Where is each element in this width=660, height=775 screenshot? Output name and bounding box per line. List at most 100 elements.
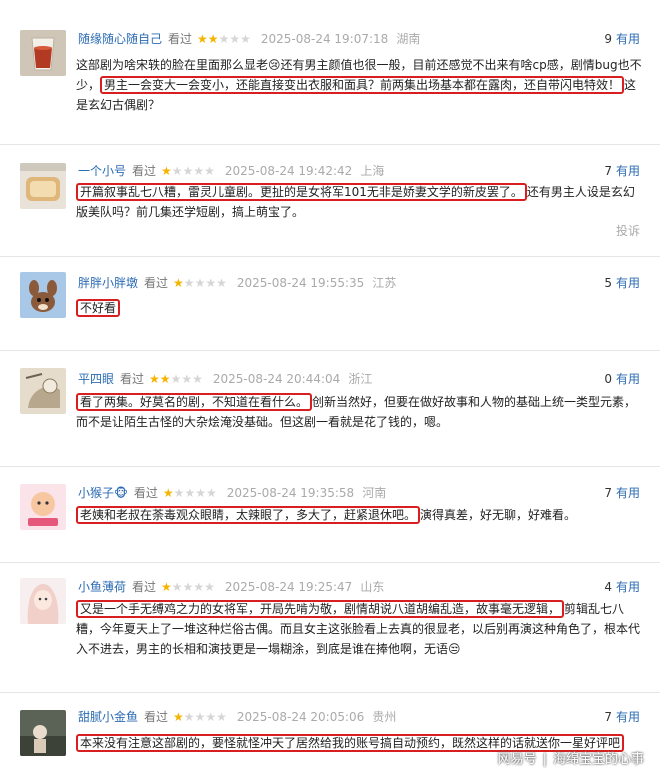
review-location: 浙江	[348, 372, 373, 386]
star-filled-icon: ★	[162, 486, 174, 500]
review-meta: 小鱼薄荷 看过 ★ ★ ★ ★ ★ 2025-08-24 19:25:47 山东	[78, 578, 384, 596]
watermark-brand: 网易号	[497, 752, 537, 767]
review-location: 河南	[362, 486, 387, 500]
avatar-girl-icon	[20, 578, 66, 624]
useful-count: 0	[604, 372, 612, 386]
useful-button[interactable]: 有用	[616, 32, 640, 46]
star-empty-icon: ★	[194, 276, 206, 290]
review-time: 2025-08-24 19:25:47	[224, 580, 353, 594]
username-link[interactable]: 小鱼薄荷	[78, 578, 126, 596]
avatar[interactable]	[20, 578, 66, 624]
useful-button[interactable]: 有用	[616, 580, 640, 594]
review-content: 开篇叙事乱七八糟，雷灵儿童剧。更扯的是女将军101无非是娇妻文学的新皮罢了。 还有…	[76, 182, 642, 222]
star-empty-icon: ★	[204, 164, 215, 178]
avatar[interactable]	[20, 484, 66, 530]
useful-vote[interactable]: 7 有用	[604, 484, 640, 502]
avatar-deer-icon	[20, 272, 66, 318]
star-empty-icon: ★	[182, 164, 194, 178]
star-empty-icon: ★	[171, 580, 183, 594]
star-empty-icon: ★	[216, 710, 227, 724]
username-link[interactable]: 小猴子🐵	[78, 484, 128, 502]
highlighted-text: 不好看	[76, 299, 121, 317]
useful-count: 7	[604, 710, 612, 724]
review-content: 这部剧为啥宋轶的脸在里面那么显老😢还有男主颜值也很一般，目前还感觉不出来有啥cp…	[76, 55, 642, 115]
review-location: 上海	[360, 164, 385, 178]
username-link[interactable]: 平四眼	[78, 370, 114, 388]
useful-vote[interactable]: 7 有用	[604, 162, 640, 180]
star-empty-icon: ★	[205, 276, 217, 290]
star-filled-icon: ★	[173, 710, 184, 724]
divider	[0, 256, 660, 257]
useful-button[interactable]: 有用	[616, 710, 640, 724]
highlighted-text: 男主一会变大一会变小，还能直接变出衣服和面具？前两集出场基本都在露肉，还自带闪电…	[100, 76, 625, 94]
review-content: 不好看	[76, 298, 642, 318]
star-filled-icon: ★	[197, 32, 208, 46]
star-empty-icon: ★	[171, 164, 183, 178]
useful-button[interactable]: 有用	[616, 372, 640, 386]
star-filled-icon: ★	[159, 372, 171, 386]
watermark-divider: |	[542, 752, 547, 767]
useful-vote[interactable]: 4 有用	[604, 578, 640, 596]
star-filled-icon: ★	[207, 32, 219, 46]
star-empty-icon: ★	[229, 32, 241, 46]
review-time: 2025-08-24 20:44:04	[212, 372, 341, 386]
star-empty-icon: ★	[194, 710, 206, 724]
avatar[interactable]	[20, 163, 66, 209]
star-empty-icon: ★	[205, 486, 217, 500]
star-filled-icon: ★	[149, 372, 160, 386]
useful-button[interactable]: 有用	[616, 486, 640, 500]
highlighted-text: 看了两集。好莫名的剧，不知道在看什么。	[76, 393, 313, 411]
star-filled-icon: ★	[173, 276, 184, 290]
star-empty-icon: ★	[192, 372, 203, 386]
star-rating: ★ ★ ★ ★ ★	[161, 581, 215, 593]
star-empty-icon: ★	[240, 32, 251, 46]
star-rating: ★ ★ ★ ★ ★	[163, 487, 217, 499]
star-empty-icon: ★	[170, 372, 182, 386]
review-content: 看了两集。好莫名的剧，不知道在看什么。 创新当然好，但要在做好故事和人物的基础上统…	[76, 392, 642, 432]
avatar[interactable]	[20, 368, 66, 414]
username-link[interactable]: 一个小号	[78, 162, 126, 180]
star-rating: ★ ★ ★ ★ ★	[173, 711, 227, 723]
review-meta: 胖胖小胖墩 看过 ★ ★ ★ ★ ★ 2025-08-24 19:55:35 江苏	[78, 274, 396, 292]
review-time: 2025-08-24 19:35:58	[226, 486, 355, 500]
useful-vote[interactable]: 9 有用	[604, 30, 640, 48]
watermark-author: 海绵宝宝的心事	[552, 752, 644, 767]
useful-vote[interactable]: 0 有用	[604, 370, 640, 388]
review-meta: 随缘随心随自己 看过 ★ ★ ★ ★ ★ 2025-08-24 19:07:18 湖南	[78, 30, 420, 48]
star-empty-icon: ★	[204, 580, 215, 594]
review-location: 山东	[360, 580, 385, 594]
username-link[interactable]: 甜腻小金鱼	[78, 708, 138, 726]
report-link[interactable]: 投诉	[616, 222, 640, 239]
avatar-photo-icon	[20, 710, 66, 756]
highlighted-text: 又是一个手无缚鸡之力的女将军，开局先啃为敬，剧情胡说八道胡编乱造，故事毫无逻辑，	[76, 600, 565, 618]
avatar-cartoon-icon	[20, 368, 66, 414]
star-rating: ★ ★ ★ ★ ★	[173, 277, 227, 289]
avatar-sticker-icon	[20, 484, 66, 530]
divider	[0, 350, 660, 351]
divider	[0, 144, 660, 145]
username-link[interactable]: 胖胖小胖墩	[78, 274, 138, 292]
avatar[interactable]	[20, 30, 66, 76]
useful-count: 7	[604, 164, 612, 178]
watched-label: 看过	[132, 164, 157, 178]
avatar[interactable]	[20, 272, 66, 318]
review-meta: 一个小号 看过 ★ ★ ★ ★ ★ 2025-08-24 19:42:42 上海	[78, 162, 384, 180]
divider	[0, 562, 660, 563]
useful-vote[interactable]: 5 有用	[604, 274, 640, 292]
star-empty-icon: ★	[195, 486, 206, 500]
star-empty-icon: ★	[184, 486, 196, 500]
star-empty-icon: ★	[173, 486, 185, 500]
avatar[interactable]	[20, 710, 66, 756]
watched-label: 看过	[144, 276, 169, 290]
review-time: 2025-08-24 19:07:18	[260, 32, 389, 46]
review-location: 贵州	[372, 710, 397, 724]
useful-vote[interactable]: 7 有用	[604, 708, 640, 726]
divider	[0, 466, 660, 467]
username-link[interactable]: 随缘随心随自己	[78, 30, 162, 48]
useful-button[interactable]: 有用	[616, 276, 640, 290]
useful-button[interactable]: 有用	[616, 164, 640, 178]
review-location: 江苏	[372, 276, 397, 290]
review-time: 2025-08-24 19:42:42	[224, 164, 353, 178]
review-text: 演得真差，好无聊，好难看。	[420, 508, 577, 522]
watched-label: 看过	[132, 580, 157, 594]
